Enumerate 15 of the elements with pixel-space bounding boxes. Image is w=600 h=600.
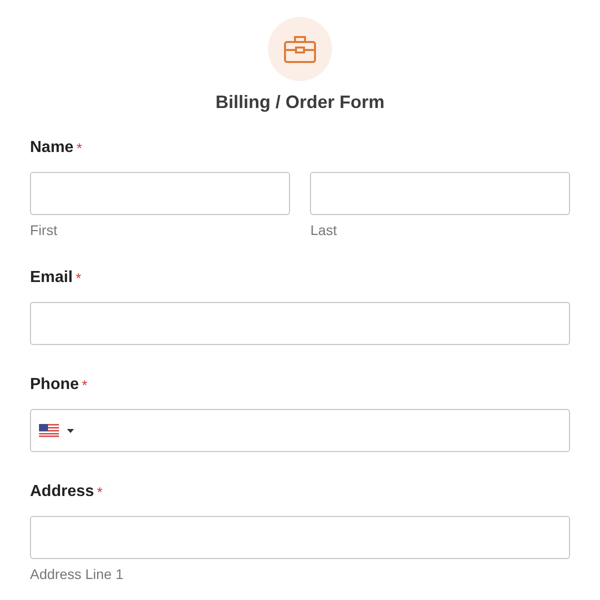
form-title: Billing / Order Form xyxy=(215,91,384,113)
field-sublabel: Address Line 1 xyxy=(30,565,124,583)
flag-icon[interactable] xyxy=(39,424,59,437)
field-label: Phone * xyxy=(30,375,88,395)
field-label: Name * xyxy=(30,138,84,158)
field-sublabel: First xyxy=(30,221,58,239)
caret-icon[interactable] xyxy=(67,428,74,432)
field-label: Email * xyxy=(30,268,82,288)
input-field[interactable] xyxy=(310,172,570,215)
field-label: Address * xyxy=(30,482,104,502)
input-field[interactable] xyxy=(30,172,290,215)
input-field[interactable] xyxy=(30,302,570,345)
input-field[interactable] xyxy=(30,516,570,559)
field-sublabel: Last xyxy=(310,221,338,239)
phone-field[interactable] xyxy=(30,409,570,452)
